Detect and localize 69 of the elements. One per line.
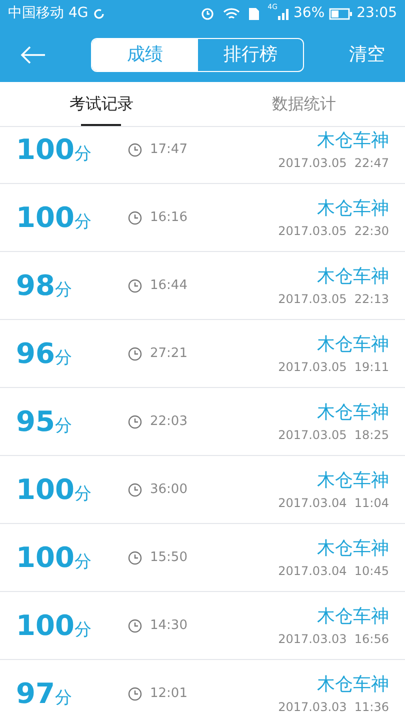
date-text: 2017.03.05 22:30 — [278, 223, 389, 240]
score-value: 100 — [16, 472, 74, 508]
duration-text: 17:47 — [150, 140, 188, 159]
carrier-text: 中国移动 4G — [8, 4, 88, 23]
clock-icon — [128, 414, 142, 428]
score-value: 100 — [16, 540, 74, 576]
user-name: 木仓车神 — [317, 537, 389, 561]
user-name: 木仓车神 — [317, 469, 389, 493]
alarm-icon — [200, 6, 215, 21]
clock-icon — [128, 550, 142, 564]
clock-icon — [128, 278, 142, 292]
duration-text: 16:16 — [150, 208, 188, 227]
content-tab[interactable]: 考试记录 — [0, 82, 202, 126]
battery-icon — [328, 8, 353, 20]
signal-icon — [278, 6, 290, 20]
score-unit: 分 — [54, 414, 72, 438]
sync-icon — [92, 6, 106, 20]
clock-time: 23:05 — [356, 4, 397, 23]
score-unit: 分 — [54, 278, 72, 302]
segment-tab[interactable]: 排行榜 — [198, 38, 303, 70]
score-unit: 分 — [54, 346, 72, 370]
clock-icon — [128, 686, 142, 700]
score-unit: 分 — [74, 142, 92, 166]
clear-button[interactable]: 清空 — [349, 41, 385, 68]
user-name: 木仓车神 — [317, 401, 389, 425]
user-name: 木仓车神 — [317, 605, 389, 629]
user-name: 木仓车神 — [317, 333, 389, 357]
clock-icon — [128, 210, 142, 224]
clock-icon — [128, 142, 142, 156]
sim-card-icon — [248, 6, 260, 20]
duration-text: 16:44 — [150, 276, 188, 295]
score-value: 100 — [16, 608, 74, 644]
score-unit: 分 — [74, 550, 92, 574]
user-name: 木仓车神 — [317, 673, 389, 697]
score-value: 100 — [16, 200, 74, 236]
score-unit: 分 — [74, 482, 92, 506]
duration-text: 36:00 — [150, 480, 188, 499]
duration-text: 15:50 — [150, 548, 188, 567]
score-unit: 分 — [54, 686, 72, 710]
content-tab[interactable]: 数据统计 — [202, 82, 405, 126]
score-value: 100 — [16, 132, 74, 168]
back-arrow-icon[interactable] — [20, 44, 46, 64]
clock-icon — [128, 482, 142, 496]
score-unit: 分 — [74, 618, 92, 642]
date-text: 2017.03.05 18:25 — [278, 427, 389, 444]
date-text: 2017.03.04 10:45 — [278, 563, 389, 580]
clock-icon — [128, 346, 142, 360]
battery-percent: 36% — [294, 4, 325, 23]
duration-text: 14:30 — [150, 616, 188, 635]
score-value: 97 — [16, 676, 55, 712]
date-text: 2017.03.03 11:36 — [278, 699, 389, 716]
user-name: 木仓车神 — [317, 265, 389, 289]
score-value: 98 — [16, 268, 55, 304]
score-unit: 分 — [74, 210, 92, 234]
date-text: 2017.03.05 19:11 — [278, 359, 389, 376]
duration-text: 12:01 — [150, 684, 188, 703]
segment-tab[interactable]: 成绩 — [92, 38, 198, 70]
date-text: 2017.03.04 11:04 — [278, 495, 389, 512]
score-value: 96 — [16, 336, 55, 372]
wifi-icon — [222, 6, 240, 20]
clock-icon — [128, 618, 142, 632]
date-text: 2017.03.03 16:56 — [278, 631, 389, 648]
duration-text: 27:21 — [150, 344, 188, 363]
user-name: 木仓车神 — [317, 197, 389, 221]
date-text: 2017.03.05 22:47 — [278, 155, 389, 172]
score-value: 95 — [16, 404, 55, 440]
duration-text: 22:03 — [150, 412, 188, 431]
date-text: 2017.03.05 22:13 — [278, 291, 389, 308]
user-name: 木仓车神 — [317, 129, 389, 153]
